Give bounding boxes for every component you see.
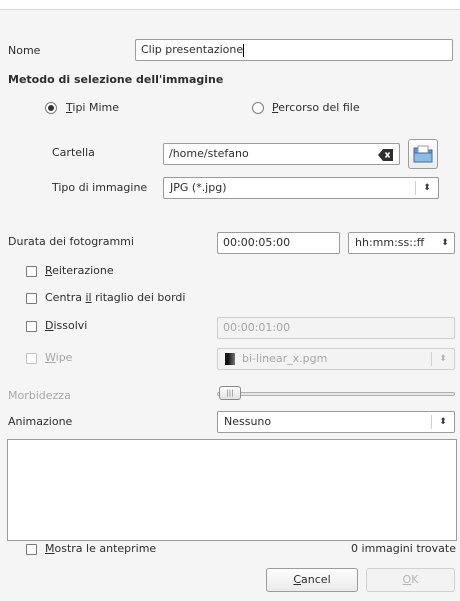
wipe-label-rest: ipe <box>55 351 73 364</box>
loop-checkbox[interactable] <box>26 266 37 277</box>
wipe-checkbox <box>26 353 37 364</box>
softness-slider-track[interactable] <box>217 392 455 396</box>
softness-label: Morbidezza <box>8 389 71 402</box>
softness-slider-handle[interactable]: ||| <box>219 386 241 400</box>
name-input[interactable]: Clip presentazione <box>135 39 453 61</box>
folder-value: /home/stefano <box>169 147 249 160</box>
animation-label: Animazione <box>8 415 73 428</box>
center-crop-text-before: Centra <box>45 291 86 304</box>
slideshow-clip-dialog: Nome Clip presentazione Metodo di selezi… <box>0 9 460 601</box>
image-type-combo[interactable]: JPG (*.jpg) ⬍ <box>163 177 439 199</box>
wipe-file-value: bi-linear_x.pgm <box>242 352 328 365</box>
frame-duration-value: 00:00:05:00 <box>223 236 291 249</box>
combo-separator <box>415 181 416 195</box>
ok-label-rest: K <box>411 573 419 586</box>
ok-mnemonic: O <box>402 573 412 586</box>
open-folder-icon <box>413 144 434 167</box>
time-format-combo[interactable]: hh:mm:ss::ff ⬍ <box>348 232 455 254</box>
wipe-file-combo: bi-linear_x.pgm ⬍ <box>217 348 455 370</box>
wipe-mnemonic: W <box>45 351 56 364</box>
animation-value: Nessuno <box>224 415 272 428</box>
cancel-button[interactable]: Cancel <box>266 568 358 592</box>
dissolve-label[interactable]: Dissolvi <box>45 319 87 332</box>
center-crop-text-after: ritaglio dei bordi <box>91 291 186 304</box>
updown-arrows-icon: ⬍ <box>439 354 447 364</box>
text-cursor <box>243 43 245 57</box>
name-value: Clip presentazione <box>141 43 244 56</box>
updown-arrows-icon: ⬍ <box>436 233 454 253</box>
path-radio-label[interactable]: Percorso del file <box>272 101 360 114</box>
cancel-mnemonic: C <box>293 573 302 586</box>
frame-duration-label: Durata dei fotogrammi <box>8 235 134 248</box>
window-top-strip <box>0 0 460 9</box>
combo-separator <box>431 352 432 366</box>
image-type-value: JPG (*.jpg) <box>170 181 227 194</box>
animation-combo[interactable]: Nessuno ⬍ <box>217 411 455 433</box>
ok-button[interactable]: OK <box>366 568 455 592</box>
combo-separator <box>431 415 432 429</box>
wipe-thumbnail <box>225 353 235 365</box>
image-type-label: Tipo di immagine <box>52 181 148 194</box>
updown-arrows-icon: ⬍ <box>439 417 447 427</box>
folder-label: Cartella <box>52 146 95 159</box>
mime-label-rest: ipi Mime <box>72 101 120 114</box>
preview-label-rest: ostra le anteprime <box>54 542 157 555</box>
center-crop-label[interactable]: Centra il ritaglio dei bordi <box>45 291 185 304</box>
images-found-count: 0 immagini trovate <box>351 542 456 555</box>
radio-selected-dot <box>48 105 54 111</box>
cancel-label-rest: ancel <box>301 573 331 586</box>
loop-label-rest: eiterazione <box>52 264 114 277</box>
mime-radio[interactable] <box>45 102 57 114</box>
frame-duration-input[interactable]: 00:00:05:00 <box>217 232 340 254</box>
mime-radio-label[interactable]: Tipi Mime <box>66 101 119 114</box>
path-radio[interactable] <box>252 102 264 114</box>
dissolve-checkbox[interactable] <box>26 321 37 332</box>
browse-folder-button[interactable] <box>408 139 438 169</box>
time-format-value: hh:mm:ss::ff <box>355 236 425 249</box>
center-crop-checkbox[interactable] <box>26 293 37 304</box>
image-preview-area[interactable] <box>7 439 457 541</box>
dissolve-duration-input: 00:00:01:00 <box>217 317 455 339</box>
loop-label[interactable]: Reiterazione <box>45 264 114 277</box>
dissolve-label-rest: issolvi <box>53 319 88 332</box>
clear-text-icon[interactable] <box>378 148 394 164</box>
updown-arrows-icon: ⬍ <box>423 183 431 193</box>
path-label-rest: ercorso del file <box>278 101 360 114</box>
preview-mnemonic: M <box>45 542 55 555</box>
name-label: Nome <box>8 44 41 57</box>
wipe-label: Wipe <box>45 351 72 364</box>
dissolve-duration-value: 00:00:01:00 <box>223 321 291 334</box>
preview-checkbox[interactable] <box>26 544 37 555</box>
folder-input[interactable]: /home/stefano <box>163 143 400 165</box>
method-heading: Metodo di selezione dell'immagine <box>8 73 224 86</box>
preview-label[interactable]: Mostra le anteprime <box>45 542 156 555</box>
